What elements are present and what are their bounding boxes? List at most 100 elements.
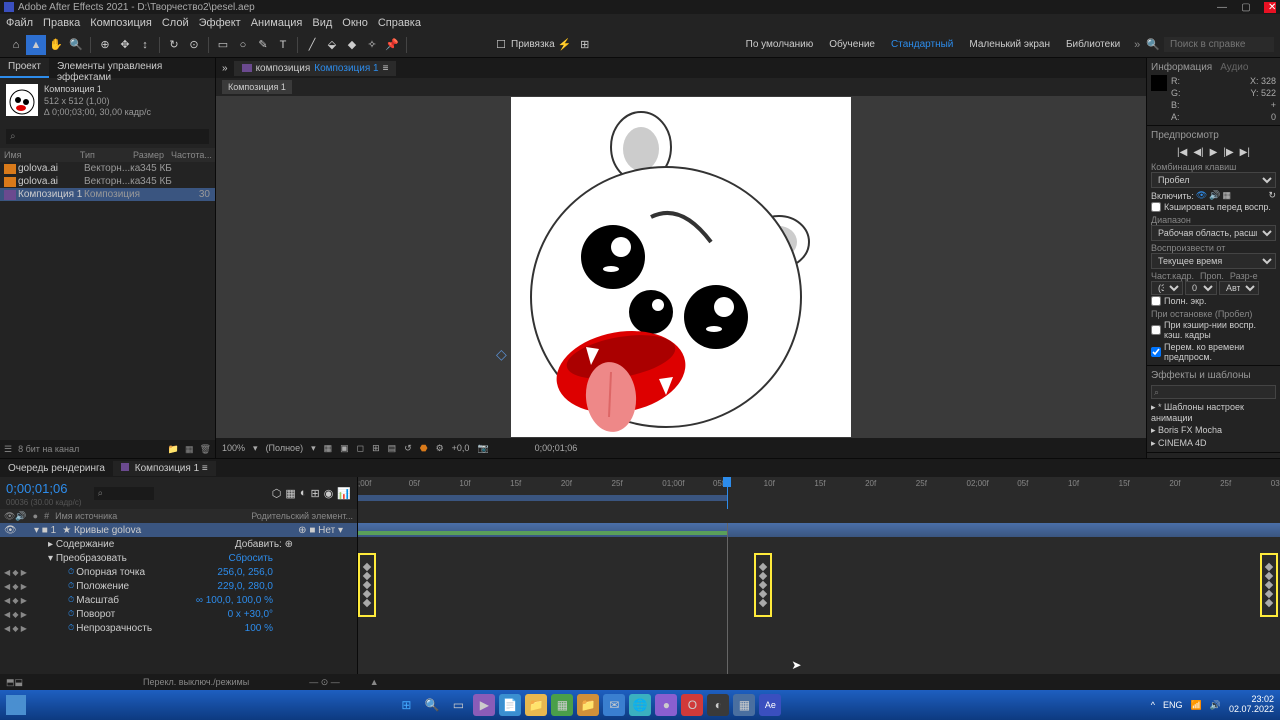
toggle-modes-icon[interactable]: ⬓ [15, 677, 24, 688]
playhead[interactable] [727, 477, 728, 509]
transform-row[interactable]: ▾ Преобразовать Сбросить [0, 551, 357, 565]
project-item[interactable]: golova.ai Векторн...ка 345 КБ [0, 175, 215, 188]
preview-panel-title[interactable]: Предпросмотр [1151, 128, 1276, 143]
widgets-button[interactable] [6, 695, 26, 715]
project-item[interactable]: Композиция 1 Композиция 30 [0, 188, 215, 201]
draft3d-icon[interactable]: ▦ [285, 487, 295, 500]
explorer-icon[interactable]: 📁 [525, 694, 547, 716]
menu-file[interactable]: Файл [6, 17, 33, 29]
play-from-select[interactable]: Текущее время [1151, 253, 1276, 269]
comp-flowchart-icon[interactable]: ⬡ [272, 487, 282, 500]
resolution-dropdown[interactable]: (Полное) [266, 443, 304, 453]
search-button[interactable]: 🔍 [421, 694, 443, 716]
include-overlay-icon[interactable]: ▦ [1223, 190, 1232, 201]
workspace-default[interactable]: По умолчанию [738, 39, 822, 50]
first-frame-button[interactable]: |◀ [1177, 147, 1187, 158]
render-queue-tab[interactable]: Очередь рендеринга [0, 461, 113, 476]
keyframe-group[interactable] [358, 553, 376, 617]
frame-blend-icon[interactable]: ⊞ [310, 487, 319, 500]
close-button[interactable]: ✕ [1264, 2, 1276, 13]
col-type[interactable]: Тип [80, 150, 133, 160]
toggle-switches-icon[interactable]: ⬒ [6, 677, 15, 688]
hand-tool[interactable]: ✋ [46, 35, 66, 55]
project-search-input[interactable] [6, 129, 209, 144]
viewer-breadcrumb[interactable]: композиция Композиция 1 ≡ [234, 61, 397, 76]
layer-row[interactable]: 👁 ▾ ■ 1 ★ Кривые golova ⊕ ■ Нет ▾ [0, 523, 357, 537]
footer-toggle-label[interactable]: Перекл. выключ./режимы [143, 677, 249, 687]
contents-row[interactable]: ▸ Содержание Добавить: ⊕ [0, 537, 357, 551]
menu-layer[interactable]: Слой [162, 17, 189, 29]
cache-stop-checkbox[interactable] [1151, 325, 1161, 335]
snap-checkbox[interactable]: ☐ [491, 35, 511, 55]
after-effects-icon[interactable]: Ae [759, 694, 781, 716]
shy-icon[interactable]: ◐ [300, 487, 307, 500]
exposure-gear-icon[interactable]: ⚙ [436, 443, 444, 454]
effects-panel-title[interactable]: Эффекты и шаблоны [1151, 368, 1276, 383]
timeline-search-input[interactable] [94, 487, 154, 500]
mail-icon[interactable]: ✉ [603, 694, 625, 716]
play-button[interactable]: ▶ [1210, 147, 1218, 158]
language-indicator[interactable]: ENG [1163, 700, 1183, 710]
timeline-comp-tab[interactable]: Композиция 1 ≡ [113, 461, 216, 476]
bezier-handle-icon[interactable]: ◇ [496, 346, 507, 363]
viewer-tab[interactable]: Композиция 1 [222, 80, 292, 94]
menu-edit[interactable]: Правка [43, 17, 80, 29]
text-tool[interactable]: T [273, 35, 293, 55]
menu-help[interactable]: Справка [378, 17, 421, 29]
rect-tool[interactable]: ▭ [213, 35, 233, 55]
snapshot-icon[interactable]: 📷 [477, 443, 488, 454]
menu-animation[interactable]: Анимация [251, 17, 303, 29]
reset-exposure-icon[interactable]: ↺ [404, 443, 412, 454]
brush-tool[interactable]: ╱ [302, 35, 322, 55]
taskbar-app[interactable]: ◐ [707, 694, 729, 716]
menu-effect[interactable]: Эффект [199, 17, 241, 29]
opera-icon[interactable]: O [681, 694, 703, 716]
start-button[interactable]: ⊞ [395, 694, 417, 716]
snap-grid[interactable]: ⊞ [575, 35, 595, 55]
taskbar-app[interactable]: ▶ [473, 694, 495, 716]
keyframe-group[interactable] [1260, 553, 1278, 617]
project-tab[interactable]: Проект [0, 58, 49, 78]
clock[interactable]: 23:02 02.07.2022 [1229, 695, 1274, 715]
fullscreen-checkbox[interactable] [1151, 296, 1161, 306]
range-select[interactable]: Рабочая область, расширенная... [1151, 225, 1276, 241]
clone-tool[interactable]: ⬙ [322, 35, 342, 55]
menu-view[interactable]: Вид [312, 17, 332, 29]
eraser-tool[interactable]: ◆ [342, 35, 362, 55]
motion-blur-icon[interactable]: ◉ [324, 487, 334, 500]
taskbar-app[interactable]: ▦ [551, 694, 573, 716]
shortcut-select[interactable]: Пробел [1151, 172, 1276, 188]
puppet-tool[interactable]: 📌 [382, 35, 402, 55]
include-video-icon[interactable]: 👁 [1196, 190, 1207, 201]
anchor-point-row[interactable]: ◀ ◆ ▶ ⏱ Опорная точка 256,0, 256,0 [0, 565, 357, 579]
exposure-value[interactable]: +0,0 [452, 443, 470, 453]
project-item[interactable]: golova.ai Векторн...ка 345 КБ [0, 162, 215, 175]
last-frame-button[interactable]: ▶| [1240, 147, 1250, 158]
next-frame-button[interactable]: |▶ [1223, 147, 1233, 158]
res-select[interactable]: Авто [1219, 281, 1259, 295]
selection-tool[interactable]: ▲ [26, 35, 46, 55]
rotation-tool[interactable]: ↻ [164, 35, 184, 55]
col-rate[interactable]: Частота... [171, 150, 211, 160]
workspace-libraries[interactable]: Библиотеки [1058, 39, 1128, 50]
delete-icon[interactable]: 🗑 [200, 444, 211, 455]
taskbar-app[interactable]: ● [655, 694, 677, 716]
menu-window[interactable]: Окно [342, 17, 368, 29]
effects-item[interactable]: ▸ * Шаблоны настроек анимации [1151, 401, 1276, 424]
pan-tool[interactable]: ✥ [115, 35, 135, 55]
menu-composition[interactable]: Композиция [90, 17, 152, 29]
orbit-tool[interactable]: ⊕ [95, 35, 115, 55]
position-row[interactable]: ◀ ◆ ▶ ⏱ Положение 229,0, 280,0 [0, 579, 357, 593]
col-size[interactable]: Размер [133, 150, 171, 160]
timeline-tracks[interactable]: ➤ [358, 523, 1280, 674]
graph-editor-icon[interactable]: 📊 [337, 487, 351, 500]
time-ruler[interactable]: ;00f 05f 10f 15f 20f 25f 01;00f 05f 10f … [358, 477, 1280, 509]
mask-icon[interactable]: ▣ [340, 443, 349, 454]
scale-row[interactable]: ◀ ◆ ▶ ⏱ Масштаб ∞ 100,0, 100,0 % [0, 593, 357, 607]
cache-checkbox[interactable] [1151, 202, 1161, 212]
effects-item[interactable]: ▸ Boris FX Mocha [1151, 424, 1276, 437]
comp-canvas[interactable] [511, 97, 851, 437]
roi-icon[interactable]: ◻ [357, 443, 364, 454]
new-comp-icon[interactable]: ▦ [185, 444, 194, 455]
ellipse-tool[interactable]: ○ [233, 35, 253, 55]
